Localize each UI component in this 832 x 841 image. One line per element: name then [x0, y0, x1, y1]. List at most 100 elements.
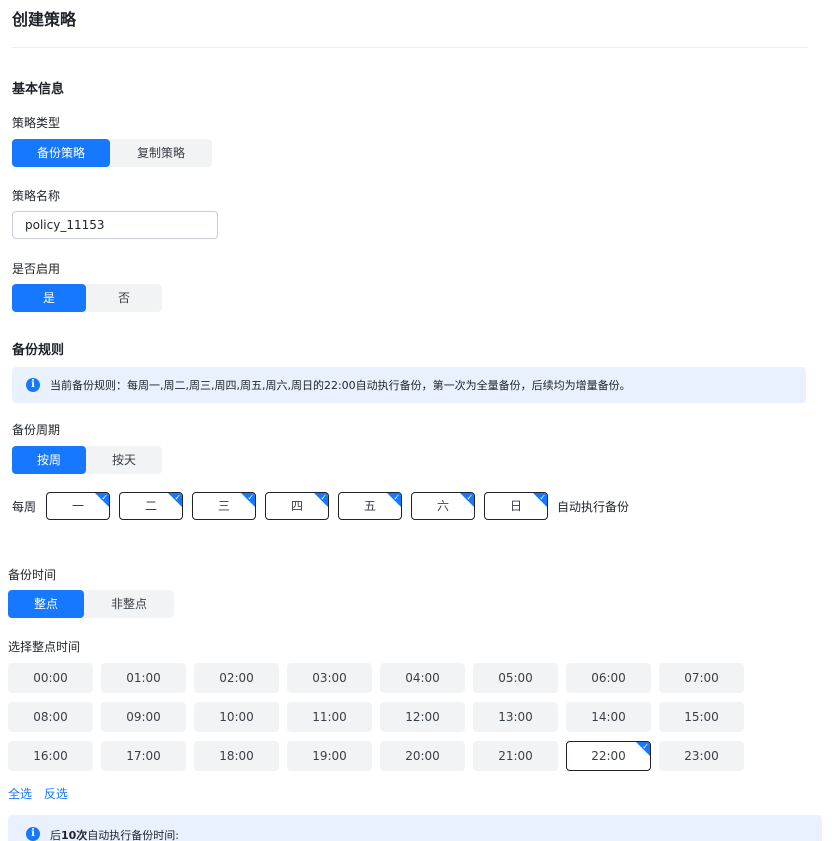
hour-option-label: 10:00 — [219, 710, 254, 724]
hour-option-label: 05:00 — [498, 671, 533, 685]
hour-option[interactable]: 04:00 — [380, 663, 465, 693]
weekday-chip-label: 四 — [291, 499, 304, 513]
cycle-segmented: 按周 按天 — [12, 446, 162, 474]
weekday-chip-label: 二 — [145, 499, 158, 513]
hour-option[interactable]: 03:00 — [287, 663, 372, 693]
next-runs-count: 10次 — [61, 829, 88, 841]
weekday-chip-sun[interactable]: 日 ✓ — [484, 492, 549, 520]
cycle-day-option[interactable]: 按天 — [86, 446, 162, 474]
hour-grid: 00:00 01:00 02:00 03:00 04:00 05:00 06:00 07:00… — [8, 663, 748, 771]
section-title-basic: 基本信息 — [12, 82, 65, 97]
weekday-row: 每周 一 ✓ 二 ✓ 三 ✓ 四 ✓ 五 ✓ 六 ✓ 日 ✓ 自动执行备份 — [12, 491, 629, 521]
cycle-label: 备份周期 — [12, 423, 61, 437]
check-icon: ✓ — [393, 493, 401, 502]
hour-option[interactable]: 13:00 — [473, 702, 558, 732]
hour-option[interactable]: 18:00 — [194, 741, 279, 771]
hour-option-label: 12:00 — [405, 710, 440, 724]
next-runs-suffix: 自动执行备份时间: — [87, 829, 180, 841]
hour-option-label: 20:00 — [405, 749, 440, 763]
weekday-chip-fri[interactable]: 五 ✓ — [338, 492, 403, 520]
weekday-chip-thu[interactable]: 四 ✓ — [265, 492, 330, 520]
hour-option[interactable]: 07:00 — [659, 663, 744, 693]
hour-option[interactable]: 10:00 — [194, 702, 279, 732]
hour-option-label: 09:00 — [126, 710, 161, 724]
hour-option-label: 02:00 — [219, 671, 254, 685]
hour-option-label: 08:00 — [33, 710, 68, 724]
hour-option[interactable]: 16:00 — [8, 741, 93, 771]
hour-option-label: 19:00 — [312, 749, 347, 763]
cycle-week-option[interactable]: 按周 — [12, 446, 86, 474]
hour-option-label: 21:00 — [498, 749, 533, 763]
time-whole-hour-option[interactable]: 整点 — [8, 590, 84, 618]
weekday-chip-label: 六 — [437, 499, 450, 513]
hour-option[interactable]: 02:00 — [194, 663, 279, 693]
hour-option[interactable]: 19:00 — [287, 741, 372, 771]
check-icon: ✓ — [466, 493, 474, 502]
weekday-chip-mon[interactable]: 一 ✓ — [46, 492, 111, 520]
policy-name-label: 策略名称 — [12, 189, 61, 203]
hour-option[interactable]: 22:00 ✓ — [566, 741, 651, 771]
weekday-chip-label: 三 — [218, 499, 231, 513]
hour-option[interactable]: 15:00 — [659, 702, 744, 732]
hour-option[interactable]: 17:00 — [101, 741, 186, 771]
hour-option[interactable]: 05:00 — [473, 663, 558, 693]
next-runs-prefix: 后 — [50, 829, 61, 841]
hour-option[interactable]: 06:00 — [566, 663, 651, 693]
hour-option[interactable]: 20:00 — [380, 741, 465, 771]
check-icon: ✓ — [539, 493, 547, 502]
page-title: 创建策略 — [12, 10, 77, 29]
backup-time-segmented: 整点 非整点 — [8, 590, 174, 618]
policy-type-replicate-option[interactable]: 复制策略 — [110, 139, 212, 167]
policy-type-segmented: 备份策略 复制策略 — [12, 139, 212, 167]
time-non-whole-hour-option[interactable]: 非整点 — [84, 590, 174, 618]
weekday-chip-tue[interactable]: 二 ✓ — [119, 492, 184, 520]
hour-option[interactable]: 08:00 — [8, 702, 93, 732]
select-all-link[interactable]: 全选 — [8, 787, 32, 801]
hour-option-label: 18:00 — [219, 749, 254, 763]
enable-segmented: 是 否 — [12, 284, 162, 312]
weekday-chip-label: 五 — [364, 499, 377, 513]
weekday-chip-wed[interactable]: 三 ✓ — [192, 492, 257, 520]
check-icon: ✓ — [101, 493, 109, 502]
current-rule-text: 当前备份规则：每周一,周二,周三,周四,周五,周六,周日的22:00自动执行备份… — [50, 379, 631, 392]
hour-option-label: 06:00 — [591, 671, 626, 685]
policy-type-label: 策略类型 — [12, 116, 61, 130]
hour-option-label: 17:00 — [126, 749, 161, 763]
policy-name-input[interactable] — [12, 211, 218, 239]
hour-option[interactable]: 09:00 — [101, 702, 186, 732]
check-icon: ✓ — [320, 493, 328, 502]
hour-option[interactable]: 21:00 — [473, 741, 558, 771]
selection-links: 全选 反选 — [8, 785, 76, 802]
enable-label: 是否启用 — [12, 262, 61, 276]
hour-option-label: 03:00 — [312, 671, 347, 685]
hour-option[interactable]: 00:00 — [8, 663, 93, 693]
hour-option-label: 11:00 — [312, 710, 347, 724]
hour-option[interactable]: 11:00 — [287, 702, 372, 732]
hour-option[interactable]: 01:00 — [101, 663, 186, 693]
invert-select-link[interactable]: 反选 — [44, 787, 68, 801]
info-icon: i — [26, 827, 40, 841]
enable-no-option[interactable]: 否 — [86, 284, 162, 312]
hour-option[interactable]: 23:00 — [659, 741, 744, 771]
next-runs-alert: i 后10次自动执行备份时间: — [8, 815, 822, 841]
hour-option-label: 04:00 — [405, 671, 440, 685]
hour-option-label: 01:00 — [126, 671, 161, 685]
title-divider — [12, 47, 808, 48]
hour-option-label: 14:00 — [591, 710, 626, 724]
hour-option[interactable]: 12:00 — [380, 702, 465, 732]
hour-select-label: 选择整点时间 — [8, 640, 81, 654]
section-title-rules: 备份规则 — [12, 343, 65, 358]
hour-option[interactable]: 14:00 — [566, 702, 651, 732]
info-icon: i — [26, 378, 40, 392]
week-suffix: 自动执行备份 — [557, 499, 630, 514]
enable-yes-option[interactable]: 是 — [12, 284, 86, 312]
policy-type-backup-option[interactable]: 备份策略 — [12, 139, 110, 167]
weekday-chip-sat[interactable]: 六 ✓ — [411, 492, 476, 520]
weekday-chip-label: 一 — [72, 499, 85, 513]
hour-option-label: 00:00 — [33, 671, 68, 685]
weekday-chip-label: 日 — [510, 499, 523, 513]
hour-option-label: 16:00 — [33, 749, 68, 763]
hour-option-label: 13:00 — [498, 710, 533, 724]
backup-time-label: 备份时间 — [8, 568, 57, 582]
next-runs-text: 后10次自动执行备份时间: — [50, 827, 179, 841]
